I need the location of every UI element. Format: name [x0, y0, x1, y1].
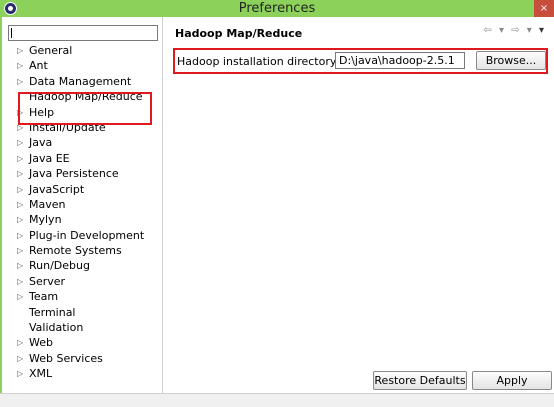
- tree-item-label: JavaScript: [29, 182, 85, 196]
- expand-arrow-icon[interactable]: ▷: [17, 43, 23, 58]
- tree-item-label: Data Management: [29, 74, 132, 88]
- restore-defaults-button[interactable]: Restore Defaults: [373, 371, 467, 390]
- tree-item[interactable]: Terminal: [2, 305, 162, 320]
- tree-item[interactable]: ▷ Server: [2, 274, 162, 289]
- tree-item-label: Web: [29, 336, 53, 350]
- tree-item[interactable]: ▷ Mylyn: [2, 212, 162, 227]
- tree-item[interactable]: Validation: [2, 320, 162, 335]
- tree-item-label: XML: [29, 367, 53, 381]
- tree-item-label: Plug-in Development: [29, 228, 145, 242]
- tree-item[interactable]: ▷ Ant: [2, 58, 162, 73]
- tree-item-label: Mylyn: [29, 213, 62, 227]
- expand-arrow-icon[interactable]: ▷: [17, 335, 23, 350]
- expand-arrow-icon[interactable]: ▷: [17, 351, 23, 366]
- expand-arrow-icon[interactable]: ▷: [17, 166, 23, 181]
- install-dir-input[interactable]: D:\java\hadoop-2.5.1: [335, 52, 465, 69]
- text-caret: [11, 28, 12, 38]
- tree-item[interactable]: ▷ Plug-in Development: [2, 228, 162, 243]
- expand-arrow-icon[interactable]: ▷: [17, 58, 23, 73]
- expand-arrow-icon[interactable]: ▷: [17, 366, 23, 381]
- tree-item-label: Web Services: [29, 351, 103, 365]
- tree-item-label: Remote Systems: [29, 244, 122, 258]
- tree-item-label: Java: [29, 136, 53, 150]
- tree-item[interactable]: ▷ Remote Systems: [2, 243, 162, 258]
- forward-dropdown-icon[interactable]: ▾: [527, 25, 534, 36]
- tree-item-label: Maven: [29, 197, 66, 211]
- expand-arrow-icon[interactable]: ▷: [17, 212, 23, 227]
- browse-button[interactable]: Browse...: [476, 51, 546, 70]
- tree-item[interactable]: ▷ General: [2, 43, 162, 58]
- tree-item[interactable]: ▷ Maven: [2, 197, 162, 212]
- back-arrow-icon[interactable]: ⇦: [483, 25, 493, 36]
- tree-item-label: General: [29, 44, 73, 57]
- install-dir-label: Hadoop installation directory:: [177, 55, 340, 68]
- expand-arrow-icon[interactable]: ▷: [17, 228, 23, 243]
- expand-arrow-icon[interactable]: ▷: [17, 74, 23, 89]
- tree-item-label: Team: [29, 290, 59, 304]
- filter-input[interactable]: [8, 25, 158, 41]
- view-menu-icon[interactable]: ▾: [539, 25, 546, 36]
- expand-arrow-icon[interactable]: ▷: [17, 197, 23, 212]
- expand-arrow-icon[interactable]: ▷: [17, 151, 23, 166]
- apply-button[interactable]: Apply: [472, 371, 552, 390]
- dialog-footer: [0, 393, 554, 407]
- expand-arrow-icon[interactable]: ▷: [17, 182, 23, 197]
- expand-arrow-icon[interactable]: ▷: [17, 258, 23, 273]
- tree-item-label: Terminal: [29, 305, 76, 319]
- tree-item[interactable]: ▷ Java EE: [2, 151, 162, 166]
- window-title: Preferences: [238, 1, 316, 16]
- tree-item[interactable]: ▷ JavaScript: [2, 182, 162, 197]
- forward-arrow-icon[interactable]: ⇨: [511, 25, 521, 36]
- preference-page: Hadoop Map/Reduce ⇦ ▾ ⇨ ▾ ▾ Hadoop insta…: [163, 17, 554, 393]
- back-dropdown-icon[interactable]: ▾: [499, 25, 506, 36]
- tree-highlight-annotation: [18, 92, 152, 125]
- tree-item[interactable]: ▷ Data Management: [2, 74, 162, 89]
- tree-item[interactable]: ▷ Run/Debug: [2, 258, 162, 273]
- window-close-button[interactable]: ×: [534, 0, 554, 17]
- tree-item[interactable]: ▷ XML: [2, 366, 162, 381]
- tree-item-label: Server: [29, 274, 66, 288]
- tree-item-label: Java EE: [29, 151, 70, 165]
- tree-item[interactable]: ▷ Team: [2, 289, 162, 304]
- expand-arrow-icon[interactable]: ▷: [17, 289, 23, 304]
- tree-item-label: Validation: [29, 321, 84, 335]
- tree-item[interactable]: ▷ Web: [2, 335, 162, 350]
- tree-item[interactable]: ▷ Web Services: [2, 351, 162, 366]
- tree-item-label: Ant: [29, 59, 48, 73]
- window-title-bar: Preferences ×: [0, 0, 554, 17]
- expand-arrow-icon[interactable]: ▷: [17, 243, 23, 258]
- expand-arrow-icon[interactable]: ▷: [17, 274, 23, 289]
- expand-arrow-icon[interactable]: ▷: [17, 135, 23, 150]
- tree-item-label: Java Persistence: [29, 167, 119, 181]
- tree-item-label: Run/Debug: [29, 259, 90, 273]
- page-navigation: ⇦ ▾ ⇨ ▾ ▾: [456, 25, 546, 39]
- tree-item[interactable]: ▷ Java: [2, 135, 162, 150]
- page-title: Hadoop Map/Reduce: [175, 27, 303, 40]
- preferences-tree-pane: ▷ General ▷ Ant ▷ Data Management Hadoop Map/R…: [2, 17, 163, 393]
- tree-item[interactable]: ▷ Java Persistence: [2, 166, 162, 181]
